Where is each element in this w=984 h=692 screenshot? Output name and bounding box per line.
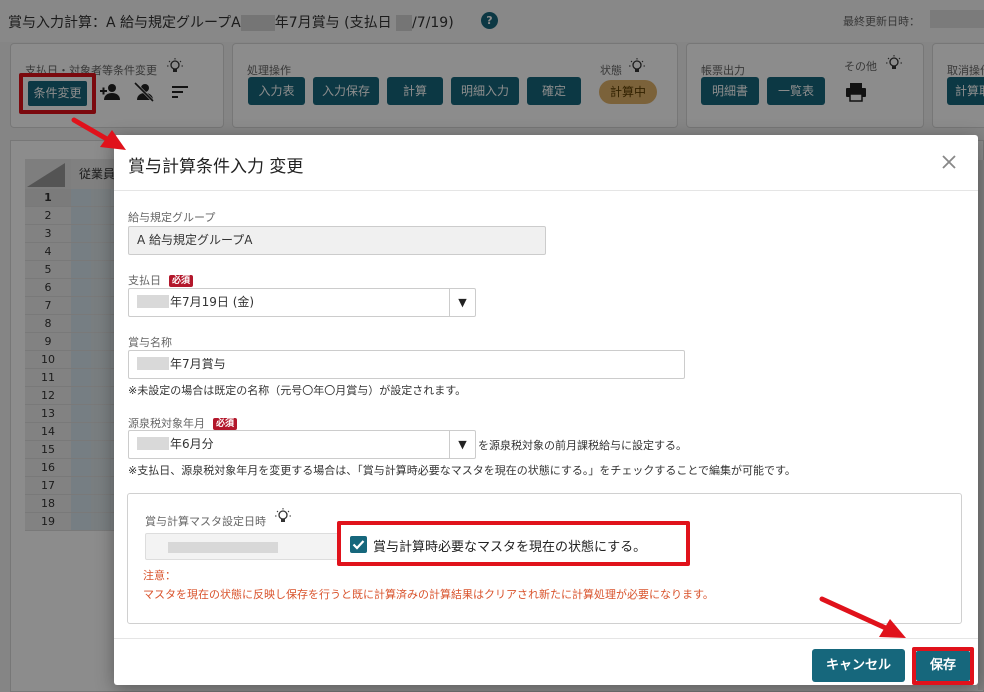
master-date-label: 賞与計算マスタ設定日時 bbox=[145, 515, 266, 528]
master-current-checkbox[interactable] bbox=[350, 536, 367, 553]
pay-date-label: 支払日 必須 bbox=[128, 272, 194, 288]
master-settings-panel: 賞与計算マスタ設定日時 賞与計算時必要なマスタを現在の状態にする。 注意： マス… bbox=[127, 493, 962, 624]
pay-date-value: 年7月19日 (金) bbox=[170, 295, 255, 309]
bonus-name-value: 年7月賞与 bbox=[170, 357, 226, 371]
masked-year bbox=[137, 295, 169, 308]
save-button-highlight: 保存 bbox=[912, 647, 974, 685]
close-icon[interactable] bbox=[938, 151, 960, 173]
master-date-field bbox=[145, 533, 341, 560]
pay-date-label-text: 支払日 bbox=[128, 274, 161, 287]
check-icon bbox=[352, 540, 365, 550]
pay-date-select[interactable]: 年7月19日 (金) ▼ bbox=[128, 288, 476, 317]
withholding-hint: ※支払日、源泉税対象年月を変更する場合は、「賞与計算時必要なマスタを現在の状態に… bbox=[128, 464, 796, 477]
required-badge: 必須 bbox=[213, 418, 238, 430]
group-label: 給与規定グループ bbox=[128, 211, 216, 224]
checkbox-highlight: 賞与計算時必要なマスタを現在の状態にする。 bbox=[337, 521, 690, 566]
bonus-name-label: 賞与名称 bbox=[128, 336, 172, 349]
required-badge: 必須 bbox=[169, 275, 194, 287]
withholding-value: 年6月分 bbox=[170, 437, 214, 451]
masked-year bbox=[137, 357, 169, 370]
warning-text: マスタを現在の状態に反映し保存を行うと既に計算済みの計算結果はクリアされ新たに計… bbox=[143, 588, 714, 601]
bonus-name-input[interactable]: 年7月賞与 bbox=[128, 350, 685, 379]
warning-title: 注意： bbox=[143, 569, 176, 582]
withholding-side-text: を源泉税対象の前月課税給与に設定する。 bbox=[478, 439, 687, 452]
dropdown-arrow-icon[interactable]: ▼ bbox=[449, 431, 475, 458]
withholding-label-text: 源泉税対象年月 bbox=[128, 417, 205, 430]
masked-date bbox=[168, 542, 278, 553]
master-current-checkbox-label[interactable]: 賞与計算時必要なマスタを現在の状態にする。 bbox=[373, 536, 646, 555]
masked-year bbox=[137, 437, 169, 450]
dialog-title: 賞与計算条件入力 変更 bbox=[128, 157, 304, 177]
dialog-footer: キャンセル 保存 bbox=[114, 638, 978, 685]
group-field: A 給与規定グループA bbox=[128, 226, 546, 255]
cancel-button[interactable]: キャンセル bbox=[812, 649, 905, 682]
withholding-select[interactable]: 年6月分 ▼ bbox=[128, 430, 476, 459]
dialog-header: 賞与計算条件入力 変更 bbox=[114, 135, 978, 191]
save-button[interactable]: 保存 bbox=[916, 651, 970, 681]
condition-edit-dialog: 賞与計算条件入力 変更 給与規定グループ A 給与規定グループA 支払日 必須 年… bbox=[114, 135, 978, 685]
bonus-name-hint: ※未設定の場合は既定の名称（元号〇年〇月賞与）が設定されます。 bbox=[128, 384, 467, 397]
withholding-label: 源泉税対象年月 必須 bbox=[128, 415, 238, 431]
lightbulb-icon[interactable] bbox=[275, 508, 291, 524]
dropdown-arrow-icon[interactable]: ▼ bbox=[449, 289, 475, 316]
